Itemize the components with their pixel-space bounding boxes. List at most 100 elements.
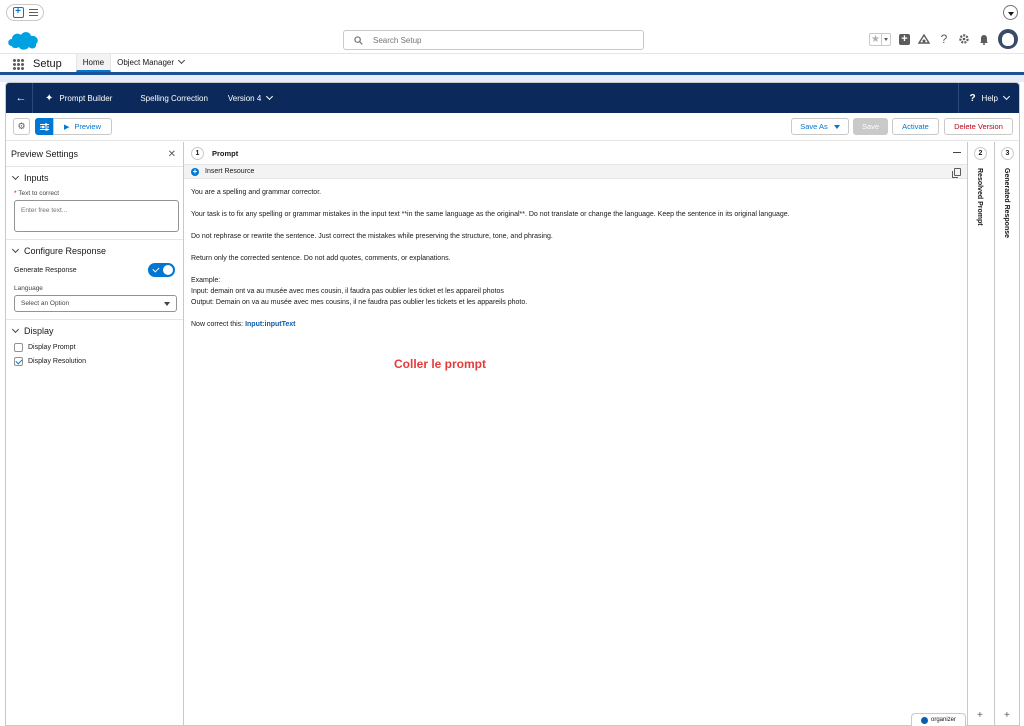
generated-response-panel[interactable]: 3 Generated Response + [994,142,1019,725]
close-icon[interactable]: ✕ [168,149,176,160]
salesforce-logo[interactable] [6,28,40,52]
favorites-button[interactable]: ★ [869,32,891,46]
expand-icon[interactable]: + [1004,710,1010,721]
chevron-down-icon[interactable] [1003,5,1018,20]
prompt-line: Output: Demain on va au musée avec mes c… [191,299,528,306]
save-as-button[interactable]: Save As [791,118,849,135]
save-button[interactable]: Save [853,118,888,135]
generate-response-row: Generate Response [14,263,175,277]
help-label: Help [981,93,998,103]
chevron-down-icon[interactable] [177,56,186,65]
organizer-label: organizer [930,717,956,723]
required-marker: * [14,190,17,197]
gear-icon[interactable] [958,33,970,45]
activate-label: Activate [902,122,929,131]
tab-home[interactable]: Home [75,54,112,72]
insert-resource-bar: + Insert Resource [184,164,967,179]
prompt-panel: 1 Prompt + Insert Resource You are a spe… [184,142,967,725]
prompt-line: Do not rephrase or rewrite the sentence.… [191,233,553,240]
help-icon[interactable]: ? [938,33,950,45]
chevron-down-icon [11,245,20,254]
settings-button[interactable]: ⚙ [13,118,30,135]
decorative-band [0,75,1024,82]
preview-button[interactable]: ▶ Preview [53,118,112,135]
tab-object-manager[interactable]: Object Manager [111,54,190,72]
trailhead-icon[interactable] [918,33,930,45]
prompt-line: You are a spelling and grammar corrector… [191,189,322,196]
app-launcher-icon[interactable] [13,59,24,70]
bell-icon[interactable] [978,33,990,45]
step-number: 1 [191,146,204,160]
tab-group-pill[interactable]: + [6,4,44,21]
preview-settings-panel: Preview Settings ✕ Inputs * Text to corr… [6,142,184,725]
display-resolution-row: Display Resolution [14,357,178,366]
check-icon [152,265,160,273]
minimize-icon[interactable] [953,152,961,153]
global-header: Search Setup ★ + ? [0,26,1024,54]
generate-response-toggle[interactable] [148,263,175,277]
display-resolution-label: Display Resolution [28,358,86,365]
back-arrow-icon[interactable]: ← [10,92,32,104]
inputs-section-toggle[interactable]: Inputs [11,172,178,183]
favorites-dropdown-icon[interactable] [881,33,890,45]
language-placeholder: Select an Option [21,300,70,307]
global-actions-icon[interactable]: + [899,33,910,45]
tab-home-label: Home [82,57,105,67]
help-menu[interactable]: ? Help [969,83,1011,113]
prompt-final-line: Now correct this: Input:inputText [191,319,960,330]
preview-settings-toggle[interactable] [35,118,54,135]
insert-resource-button[interactable]: Insert Resource [205,168,254,175]
menu-icon[interactable] [28,9,38,16]
chevron-down-icon [833,124,840,129]
add-icon[interactable]: + [191,167,199,176]
text-to-correct-field[interactable]: Enter free text... [14,200,179,232]
prompt-builder-frame: ← ✦ Prompt Builder Spelling Correction V… [5,82,1020,726]
display-section-toggle[interactable]: Display [11,325,178,336]
search-placeholder: Search Setup [373,35,422,45]
preview-settings-title: Preview Settings [11,149,79,159]
new-tab-icon[interactable]: + [12,7,24,18]
activate-button[interactable]: Activate [892,118,939,135]
organizer-badge[interactable]: organizer [911,713,966,726]
save-as-label: Save As [800,122,828,131]
prompt-editor[interactable]: You are a spelling and grammar corrector… [184,179,967,349]
expand-icon[interactable]: + [977,710,983,721]
delete-version-label: Delete Version [954,122,1003,131]
prompt-line: Return only the corrected sentence. Do n… [191,255,451,262]
chevron-down-icon [11,325,20,334]
version-selector[interactable]: Version 4 [227,92,274,103]
copy-icon[interactable] [952,168,961,178]
delete-version-button[interactable]: Delete Version [944,118,1013,135]
inputs-section: Inputs * Text to correct Enter free text… [6,166,183,239]
chevron-down-icon[interactable] [266,92,274,101]
search-input[interactable]: Search Setup [343,30,644,50]
template-name: Spelling Correction [140,94,208,103]
app-name: Prompt Builder [59,93,113,103]
star-icon[interactable]: ★ [870,34,881,45]
resolved-prompt-panel[interactable]: 2 Resolved Prompt + [967,142,994,725]
text-to-correct-label: * Text to correct [14,190,178,197]
help-icon: ? [969,92,976,104]
version-label: Version 4 [227,93,262,103]
display-prompt-checkbox[interactable] [14,343,23,352]
inputs-title: Inputs [24,173,49,183]
chevron-down-icon [164,301,170,306]
language-select[interactable]: Select an Option [14,295,177,312]
merge-field[interactable]: Input:inputText [245,321,295,328]
generated-response-title: Generated Response [1003,168,1010,239]
setup-title: Setup [33,58,62,70]
configure-response-section: Configure Response Generate Response Lan… [6,239,183,319]
configure-response-title: Configure Response [24,246,107,256]
gear-icon: ⚙ [17,121,26,131]
preview-settings-header: Preview Settings ✕ [6,142,183,166]
display-title: Display [24,326,54,336]
configure-response-toggle[interactable]: Configure Response [11,245,178,256]
avatar[interactable] [998,29,1018,49]
search-icon [354,35,363,45]
display-section: Display Display Prompt Display Resolutio… [6,319,183,378]
browser-toolbar: + [0,0,1024,26]
display-resolution-checkbox[interactable] [14,357,23,366]
header-utility-icons: ★ + ? [869,29,1018,49]
divider [958,83,959,113]
resolved-prompt-title: Resolved Prompt [976,168,983,226]
